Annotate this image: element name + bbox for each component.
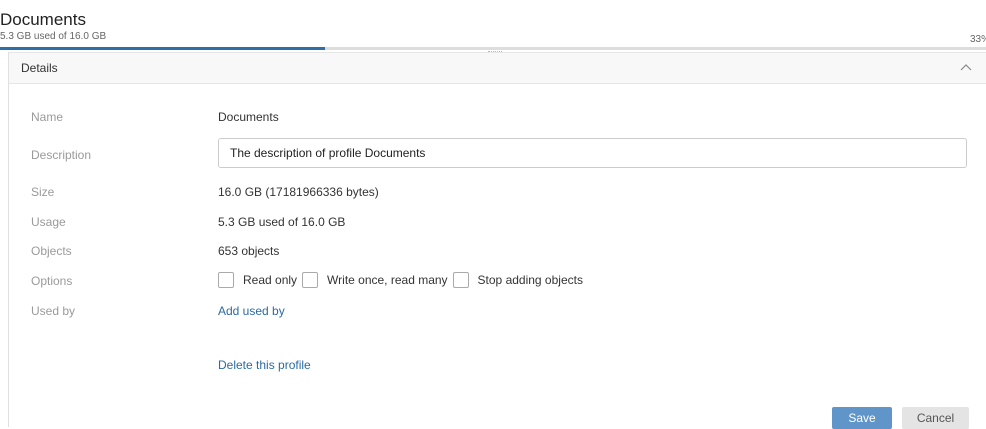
options-label: Options [31,274,73,288]
chevron-up-icon[interactable] [959,61,973,75]
add-used-by-link[interactable]: Add used by [218,304,285,318]
size-value: 16.0 GB (17181966336 bytes) [218,185,379,199]
write-once-read-many-checkbox[interactable] [302,272,319,288]
size-label: Size [31,185,55,199]
name-value: Documents [218,110,279,124]
write-once-read-many-label[interactable]: Write once, read many [327,273,448,287]
usage-progress-fill [0,47,326,50]
objects-label: Objects [31,244,72,258]
cancel-button[interactable]: Cancel [902,407,969,429]
page-title: Documents [0,10,86,29]
name-label: Name [31,110,64,124]
page-header: Documents 5.3 GB used of 16.0 GB 33% [0,0,986,52]
details-panel: Details Name Documents Description Size … [8,52,986,429]
details-title: Details [21,61,58,75]
usage-percent: 33% [970,34,986,45]
storage-usage-summary: 5.3 GB used of 16.0 GB [0,31,107,42]
used-by-label: Used by [31,304,76,318]
usage-value: 5.3 GB used of 16.0 GB [218,215,346,229]
read-only-checkbox[interactable] [218,272,234,288]
read-only-label[interactable]: Read only [243,273,297,287]
save-button[interactable]: Save [832,407,892,429]
usage-progress-bar [0,47,986,50]
options-group: Read only Write once, read many Stop add… [218,271,588,289]
details-header[interactable]: Details [9,52,986,84]
objects-value: 653 objects [218,244,280,258]
usage-label: Usage [31,215,66,229]
description-input[interactable] [218,138,967,168]
delete-profile-link[interactable]: Delete this profile [218,358,311,372]
stop-adding-objects-checkbox[interactable] [452,272,469,288]
description-label: Description [31,148,92,162]
stop-adding-objects-label[interactable]: Stop adding objects [478,273,583,287]
